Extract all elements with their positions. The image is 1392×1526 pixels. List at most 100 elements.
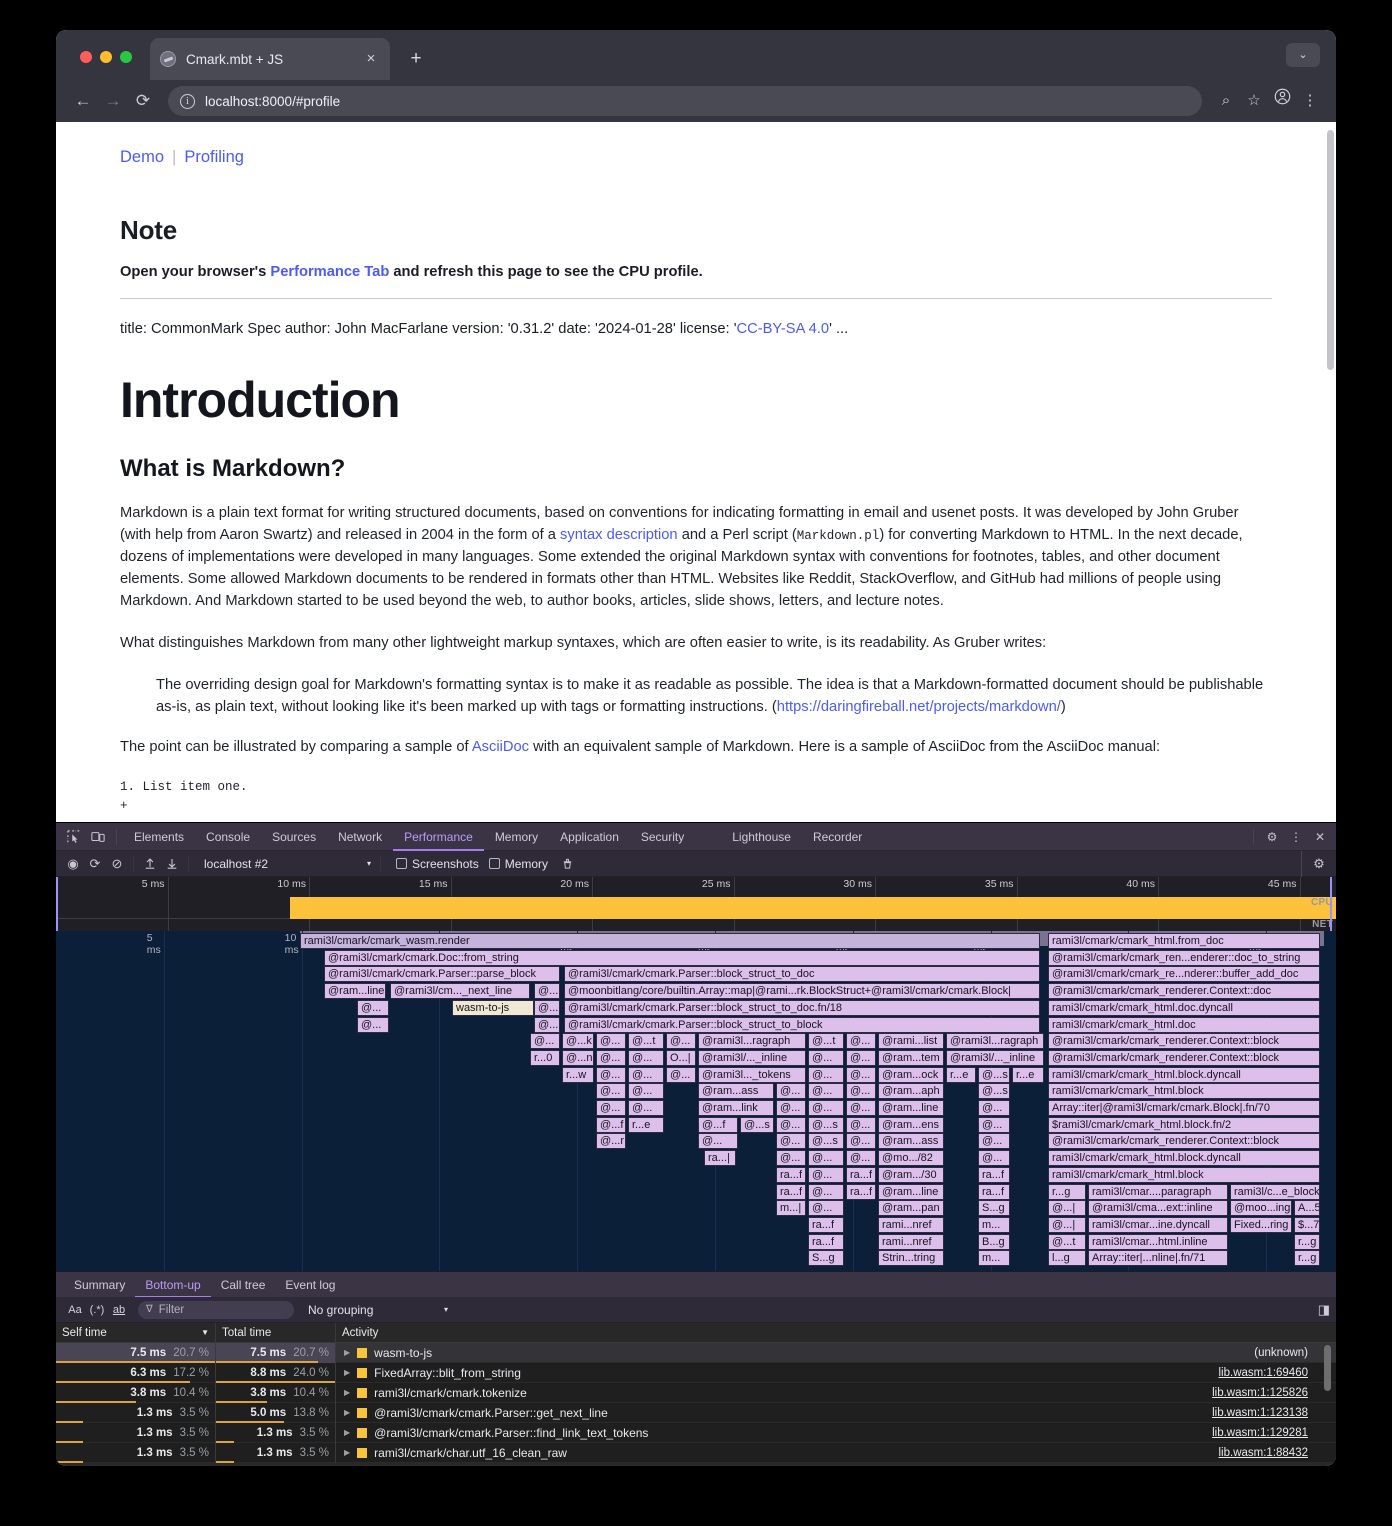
flame-bar[interactable]: rami3l/cmark/cmark_html.block <box>1048 1083 1320 1099</box>
flame-bar[interactable]: rami3l/cmark/cmark_html.from_doc <box>1048 933 1320 949</box>
flame-bar[interactable]: S...g <box>808 1250 844 1266</box>
flame-bar[interactable]: @...t <box>628 1033 664 1049</box>
profile-select[interactable]: localhost #2 ▾ <box>200 854 375 874</box>
expand-triangle-icon[interactable]: ▶ <box>344 1448 350 1457</box>
flame-bar[interactable]: r...g <box>1294 1234 1320 1250</box>
flame-bar[interactable]: rami3l/cmar....paragraph <box>1088 1184 1228 1200</box>
profile-avatar-icon[interactable] <box>1268 87 1296 115</box>
flame-bar[interactable]: r...w <box>562 1067 594 1083</box>
flame-bar[interactable]: @... <box>666 1033 696 1049</box>
flame-bar[interactable]: @rami3l/cmark/cmark_renderer.Context::bl… <box>1048 1033 1320 1049</box>
devtools-tab-elements[interactable]: Elements <box>123 823 195 851</box>
clear-recording-button[interactable]: ⊘ <box>106 853 128 875</box>
devtools-tab-sources[interactable]: Sources <box>261 823 327 851</box>
flame-bar[interactable]: @... <box>628 1100 664 1116</box>
flame-bar[interactable]: @ram...tem <box>878 1050 944 1066</box>
flame-bar[interactable]: @... <box>357 1017 389 1033</box>
flame-bar[interactable]: @... <box>776 1117 806 1133</box>
expand-triangle-icon[interactable]: ▶ <box>344 1368 350 1377</box>
flame-bar[interactable]: Fixed...ring <box>1230 1217 1292 1233</box>
devtools-close-icon[interactable]: ✕ <box>1308 825 1332 849</box>
flame-bar[interactable]: @ram...ass <box>878 1133 944 1149</box>
flame-bar[interactable]: @...s <box>808 1133 844 1149</box>
flame-bar[interactable]: @mo.../82 <box>878 1150 944 1166</box>
bottom-tab-call-tree[interactable]: Call tree <box>211 1272 276 1298</box>
source-link[interactable]: lib.wasm:1:125826 <box>1212 1387 1308 1399</box>
flame-bar[interactable]: @... <box>698 1133 738 1149</box>
flame-bar[interactable]: @... <box>776 1100 806 1116</box>
syntax-description-link[interactable]: syntax description <box>560 527 678 543</box>
flame-bar[interactable]: ra...f <box>978 1184 1010 1200</box>
new-tab-button[interactable]: + <box>404 47 428 71</box>
flame-bar[interactable]: @... <box>978 1100 1010 1116</box>
nav-link-demo[interactable]: Demo <box>120 148 164 166</box>
flame-bar[interactable]: @... <box>628 1067 664 1083</box>
flame-bar[interactable]: @... <box>534 983 560 999</box>
zoom-icon[interactable]: ⌕ <box>1212 87 1240 115</box>
browser-menu-icon[interactable]: ⋮ <box>1296 87 1324 115</box>
flame-bar[interactable]: @... <box>808 1167 844 1183</box>
flame-bar[interactable]: @... <box>846 1133 876 1149</box>
flame-bar[interactable]: @... <box>846 1050 876 1066</box>
flame-bar[interactable]: $rami3l/cmark/cmark_html.block.fn/2 <box>1048 1117 1320 1133</box>
flame-bar[interactable]: @... <box>846 1083 876 1099</box>
flame-bar[interactable]: @... <box>666 1067 696 1083</box>
flame-bar[interactable]: @rami3l/cm..._next_line <box>390 983 530 999</box>
flame-bar[interactable]: @...r <box>596 1133 626 1149</box>
flame-bar[interactable]: m...| <box>776 1200 806 1216</box>
flame-bar[interactable]: A...5 <box>1294 1200 1320 1216</box>
flame-bar[interactable]: @rami3l/..._inline <box>946 1050 1044 1066</box>
flame-bar[interactable]: @...| <box>1048 1200 1086 1216</box>
devtools-tab-application[interactable]: Application <box>549 823 630 851</box>
table-row[interactable]: 7.5 ms20.7 %7.5 ms20.7 %▶wasm-to-js(unkn… <box>56 1343 1336 1363</box>
flame-bar[interactable]: @... <box>808 1100 844 1116</box>
source-link[interactable]: lib.wasm:1:129281 <box>1212 1427 1308 1439</box>
source-link[interactable]: lib.wasm:1:123138 <box>1212 1407 1308 1419</box>
flame-bar[interactable]: @... <box>978 1117 1010 1133</box>
flame-bar[interactable]: @ram...ass <box>698 1083 774 1099</box>
flame-bar[interactable]: @rami...list <box>878 1033 944 1049</box>
flame-bar[interactable]: m... <box>978 1217 1010 1233</box>
site-info-icon[interactable]: i <box>180 94 195 109</box>
flame-bar[interactable]: r...e <box>628 1117 664 1133</box>
flame-bar[interactable]: @... <box>808 1067 844 1083</box>
table-row[interactable]: 3.8 ms10.4 %3.8 ms10.4 %▶rami3l/cmark/cm… <box>56 1383 1336 1403</box>
expand-triangle-icon[interactable]: ▶ <box>344 1408 350 1417</box>
load-profile-button[interactable] <box>139 853 161 875</box>
asciidoc-link[interactable]: AsciiDoc <box>472 739 529 755</box>
reload-button[interactable]: ⟳ <box>128 86 158 116</box>
performance-tab-link[interactable]: Performance Tab <box>270 264 389 280</box>
inspect-element-icon[interactable] <box>62 825 86 849</box>
flame-bar[interactable]: @... <box>530 1033 560 1049</box>
flame-bar[interactable]: $...7 <box>1294 1217 1320 1233</box>
flame-bar[interactable]: r...0 <box>530 1050 560 1066</box>
browser-tab[interactable]: Cmark.mbt + JS × <box>150 38 390 80</box>
devtools-more-icon[interactable]: ⋮ <box>1284 825 1308 849</box>
flame-bar[interactable]: @rami3l/cmark/cmark.Parser::parse_block <box>324 966 560 982</box>
flame-bar[interactable]: ra...f <box>978 1167 1010 1183</box>
flame-bar[interactable]: rami3l/cmark/cmark_html.block.dyncall <box>1048 1067 1320 1083</box>
flame-bar[interactable]: m... <box>978 1250 1010 1266</box>
flame-bar[interactable]: @rami3l/cmark/cmark_ren...enderer::doc_t… <box>1048 950 1320 966</box>
flame-bar[interactable]: @... <box>808 1083 844 1099</box>
flame-bar[interactable]: wasm-to-js <box>452 1000 534 1016</box>
flame-bar[interactable]: @... <box>846 1100 876 1116</box>
flame-bar[interactable]: @... <box>776 1133 806 1149</box>
grouping-select[interactable]: No grouping ▾ <box>308 1303 448 1317</box>
flame-bar[interactable]: @moo...ing <box>1230 1200 1292 1216</box>
flame-bar[interactable]: @... <box>776 1083 806 1099</box>
flame-bar[interactable]: rami...nref <box>878 1234 944 1250</box>
bottom-tab-summary[interactable]: Summary <box>64 1272 135 1298</box>
flame-bar[interactable]: @...t <box>808 1033 844 1049</box>
device-toolbar-icon[interactable] <box>86 825 110 849</box>
source-link[interactable]: lib.wasm:1:88432 <box>1219 1447 1309 1459</box>
flame-bar[interactable]: Strin...tring <box>878 1250 944 1266</box>
flame-bar[interactable]: ra...f <box>776 1184 806 1200</box>
flame-bar[interactable]: @... <box>776 1150 806 1166</box>
flame-bar[interactable]: @ram...line <box>878 1184 944 1200</box>
column-header-total-time[interactable]: Total time <box>216 1323 336 1342</box>
flame-bar[interactable]: @...n <box>562 1050 594 1066</box>
forward-button[interactable]: → <box>98 86 128 116</box>
flame-bar[interactable]: r...g <box>1048 1184 1086 1200</box>
flame-bar[interactable]: @... <box>808 1150 844 1166</box>
